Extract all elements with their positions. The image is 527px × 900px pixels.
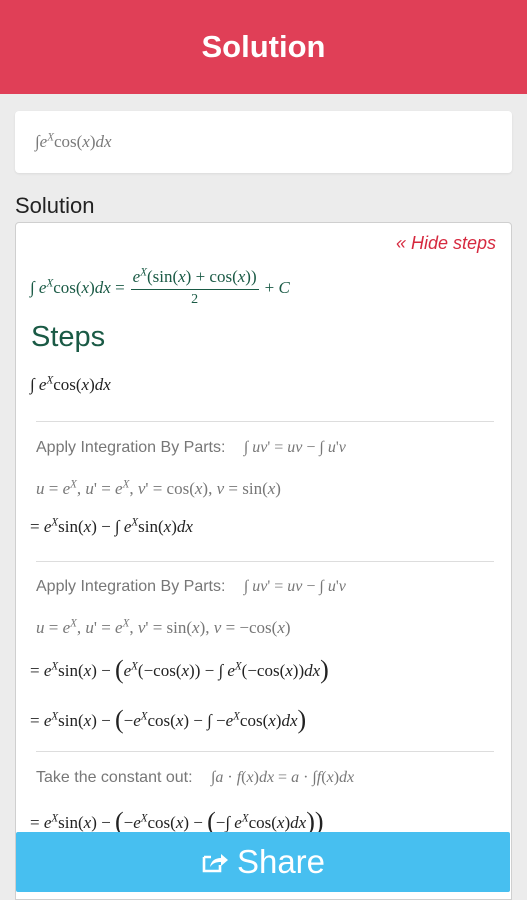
hide-steps-link[interactable]: « Hide steps (396, 233, 496, 254)
step-result-1: = eXsin(x) − ∫ eXsin(x)dx (30, 516, 193, 536)
step-substitution-2: u = eX, u' = eX, v' = sin(x), v = −cos(x… (36, 617, 291, 637)
step-result-2b: = eXsin(x) − (−eXcos(x) − ∫ −eXcos(x)dx) (30, 705, 307, 734)
step-start-expression: ∫ eXcos(x)dx (30, 374, 111, 394)
share-button[interactable]: Share (16, 832, 510, 892)
step-divider (36, 751, 494, 752)
step-result-2a: = eXsin(x) − (eX(−cos(x)) − ∫ eX(−cos(x)… (30, 655, 329, 684)
step-apply-ibp-1: Apply Integration By Parts: ∫ uv' = uv −… (36, 439, 346, 456)
share-icon (202, 854, 228, 873)
step-divider (36, 421, 494, 422)
share-label: Share (236, 843, 326, 880)
input-expression-card[interactable]: ∫eXcos(x)dx (15, 111, 512, 173)
take-constant-label: Take the constant out: (36, 769, 193, 786)
apply-ibp-label: Apply Integration By Parts: (36, 439, 226, 456)
steps-title: Steps (31, 321, 106, 353)
app-header: Solution (0, 0, 527, 94)
apply-ibp-label: Apply Integration By Parts: (36, 578, 226, 595)
step-divider (36, 561, 494, 562)
step-take-constant: Take the constant out: ∫a · f(x)dx = a ·… (36, 769, 355, 786)
step-substitution-1: u = eX, u' = eX, v' = cos(x), v = sin(x) (36, 478, 281, 498)
solution-heading: Solution (15, 193, 95, 218)
solution-card: « Hide steps ∫ eXcos(x)dx = eX(sin(x) + … (15, 222, 512, 900)
final-result: ∫ eXcos(x)dx = eX(sin(x) + cos(x)) 2 + C (30, 266, 290, 307)
input-expression: ∫eXcos(x)dx (35, 131, 112, 151)
step-apply-ibp-2: Apply Integration By Parts: ∫ uv' = uv −… (36, 578, 346, 595)
page-title: Solution (201, 29, 326, 64)
result-fraction: eX(sin(x) + cos(x)) 2 (130, 266, 259, 307)
